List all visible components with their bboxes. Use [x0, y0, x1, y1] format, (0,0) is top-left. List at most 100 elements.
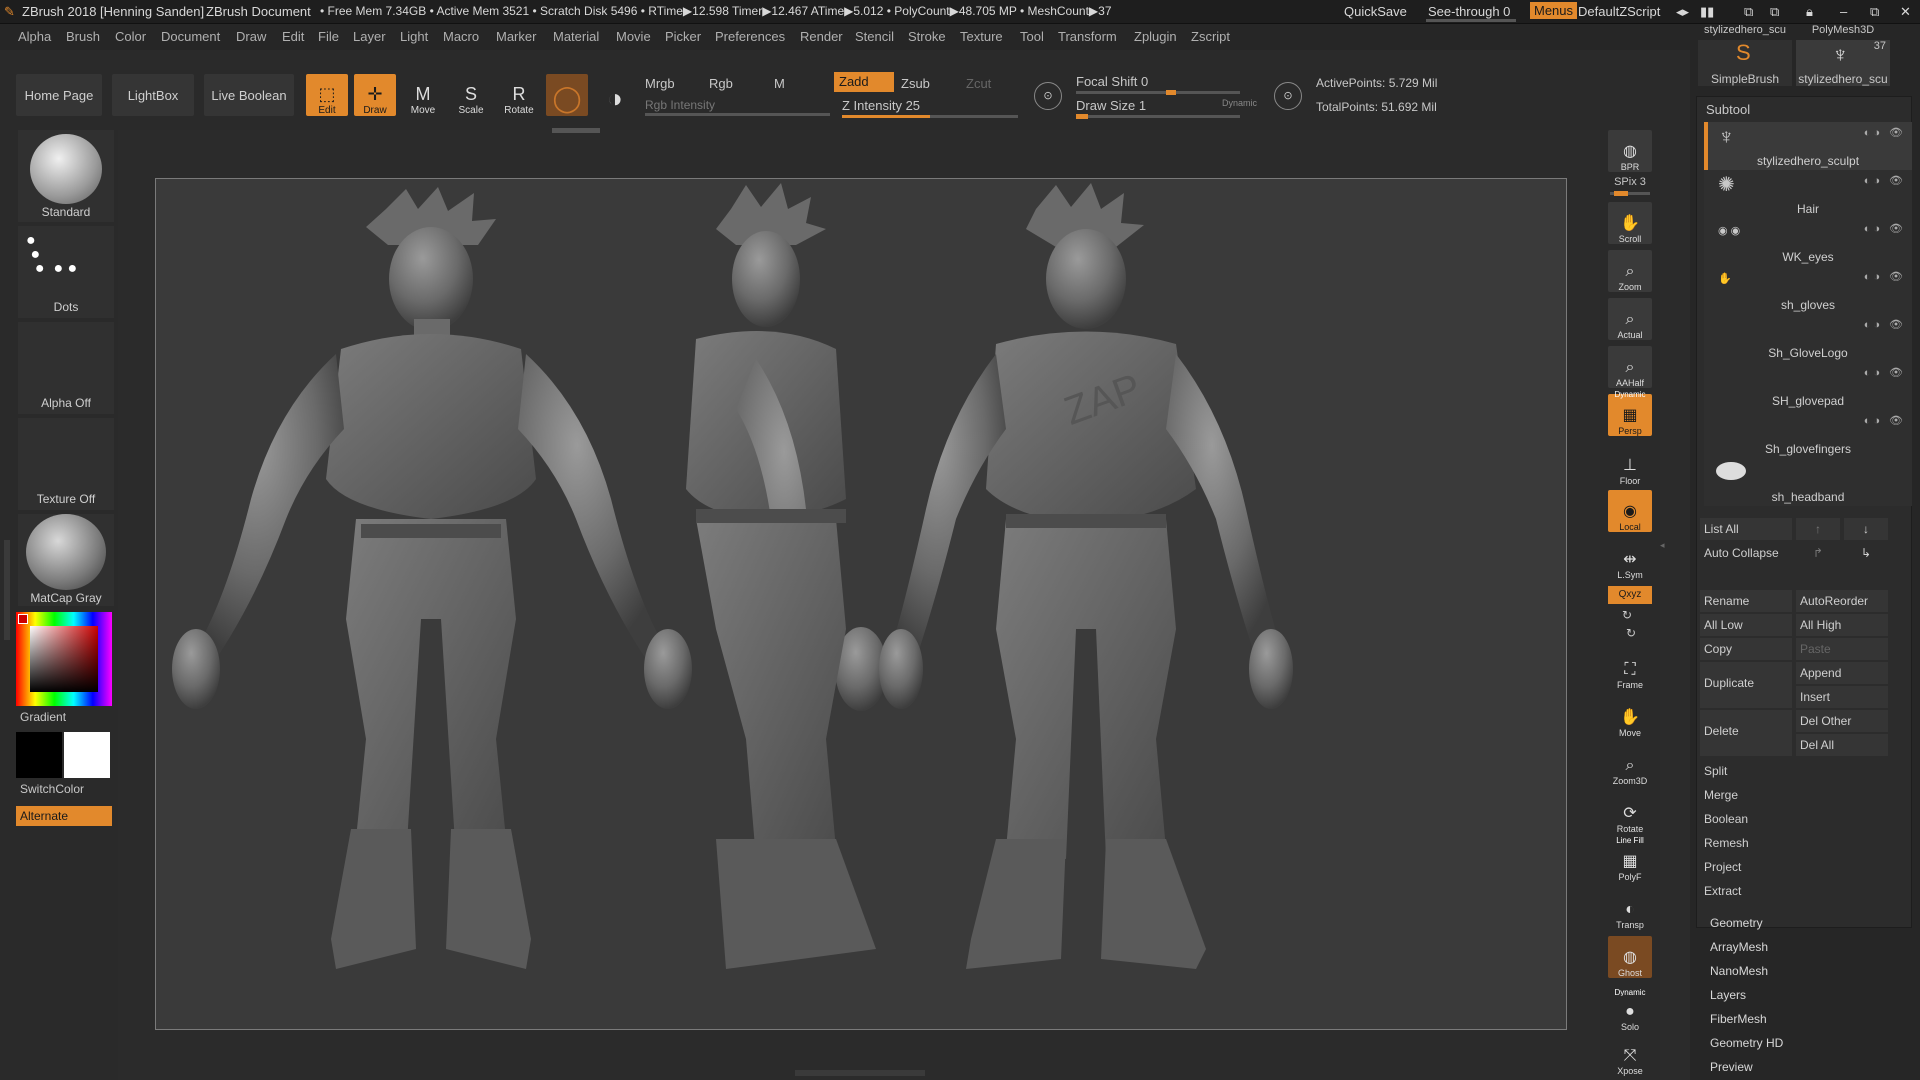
- menu-macro[interactable]: Macro: [443, 29, 479, 44]
- zoom-button[interactable]: ⌕ Zoom: [1608, 250, 1652, 292]
- focal-shift-slider[interactable]: Focal Shift 0: [1076, 74, 1148, 89]
- m-button[interactable]: M: [774, 76, 785, 91]
- spix-slider[interactable]: SPix 3: [1608, 176, 1652, 188]
- insert-button[interactable]: Insert: [1796, 686, 1888, 708]
- scale-button[interactable]: S Scale: [450, 74, 492, 116]
- draw-size-track[interactable]: [1076, 115, 1240, 118]
- left-tray-handle[interactable]: [4, 540, 10, 640]
- scroll-button[interactable]: ✋ Scroll: [1608, 202, 1652, 244]
- rename-button[interactable]: Rename: [1700, 590, 1792, 612]
- subtool-item[interactable]: ◐◑ 👁︎ Sh_glovefingers: [1704, 410, 1912, 458]
- menu-render[interactable]: Render: [800, 29, 843, 44]
- alpha-selector[interactable]: Alpha Off: [18, 322, 114, 414]
- menu-stroke[interactable]: Stroke: [908, 29, 946, 44]
- subtool-item[interactable]: ✺ ◐◑ 👁︎ Hair: [1704, 170, 1912, 218]
- color-sphere-button[interactable]: ◑: [594, 74, 636, 116]
- aahalf-button[interactable]: ⌕ AAHalf: [1608, 346, 1652, 388]
- live-boolean-button[interactable]: Live Boolean: [204, 74, 294, 116]
- split-section[interactable]: Split: [1700, 760, 1906, 782]
- zadd-button[interactable]: Zadd: [834, 72, 894, 92]
- menu-tool[interactable]: Tool: [1020, 29, 1044, 44]
- extract-section[interactable]: Extract: [1700, 880, 1906, 902]
- menu-brush[interactable]: Brush: [66, 29, 100, 44]
- lightbox-button[interactable]: LightBox: [112, 74, 194, 116]
- rotate-z-icon[interactable]: ↻: [1626, 626, 1636, 640]
- seethrough-slider[interactable]: See-through 0: [1428, 4, 1510, 19]
- alternate-button[interactable]: Alternate: [16, 806, 112, 826]
- minimize-icon[interactable]: –: [1840, 4, 1847, 19]
- menu-stencil[interactable]: Stencil: [855, 29, 894, 44]
- menu-layer[interactable]: Layer: [353, 29, 386, 44]
- floor-button[interactable]: ⊥ Floor: [1608, 444, 1652, 486]
- geometry-section[interactable]: Geometry: [1710, 916, 1763, 930]
- tool-thumb-1-label[interactable]: stylizedhero_scu: [1698, 24, 1792, 36]
- subtool-visibility-icon[interactable]: ◐◑ 👁︎: [1864, 318, 1906, 331]
- layout-icon[interactable]: ◂▸: [1676, 4, 1689, 20]
- draw-button[interactable]: ✛ Draw: [354, 74, 396, 116]
- focal-shift-track[interactable]: [1076, 91, 1240, 94]
- zbrush-logo-icon[interactable]: ✎: [4, 4, 15, 20]
- switchcolor-button[interactable]: SwitchColor: [20, 782, 84, 796]
- menu-picker[interactable]: Picker: [665, 29, 701, 44]
- default-zscript-button[interactable]: DefaultZScript: [1578, 4, 1660, 19]
- delete-button[interactable]: Delete: [1700, 710, 1792, 756]
- boolean-section[interactable]: Boolean: [1700, 808, 1906, 830]
- dynamic-toggle[interactable]: Dynamic: [1222, 98, 1257, 108]
- move-button[interactable]: M Move: [402, 74, 444, 116]
- nanomesh-section[interactable]: NanoMesh: [1710, 964, 1768, 978]
- copy-button[interactable]: Copy: [1700, 638, 1792, 660]
- frame-button[interactable]: ⛶ Frame: [1608, 648, 1652, 690]
- remesh-section[interactable]: Remesh: [1700, 832, 1906, 854]
- list-all-button[interactable]: List All: [1700, 518, 1792, 540]
- zcut-button[interactable]: Zcut: [966, 76, 991, 91]
- subtool-visibility-icon[interactable]: ◐◑ 👁︎: [1864, 366, 1906, 379]
- xpose-button[interactable]: ⤧ Xpose: [1608, 1036, 1652, 1076]
- arraymesh-section[interactable]: ArrayMesh: [1710, 940, 1768, 954]
- preview-section[interactable]: Preview: [1710, 1060, 1753, 1074]
- close-icon[interactable]: ✕: [1900, 4, 1911, 20]
- menu-preferences[interactable]: Preferences: [715, 29, 785, 44]
- draw-size-handle[interactable]: [1076, 114, 1088, 119]
- menu-zplugin[interactable]: Zplugin: [1134, 29, 1177, 44]
- menu-texture[interactable]: Texture: [960, 29, 1003, 44]
- canvas-viewport[interactable]: ZAP: [155, 178, 1567, 1030]
- auto-collapse-button[interactable]: Auto Collapse: [1700, 542, 1792, 564]
- menu-color[interactable]: Color: [115, 29, 146, 44]
- merge-section[interactable]: Merge: [1700, 784, 1906, 806]
- rgb-intensity-slider[interactable]: Rgb Intensity: [645, 98, 715, 112]
- focal-sync-icon[interactable]: ⊙: [1034, 82, 1062, 110]
- lock-icon[interactable]: 🔒︎: [1806, 4, 1813, 20]
- color-picker[interactable]: [16, 612, 112, 706]
- subtool-item[interactable]: ◐◑ 👁︎ Sh_GloveLogo: [1704, 314, 1912, 362]
- autoreorder-button[interactable]: AutoReorder: [1796, 590, 1888, 612]
- rgb-button[interactable]: Rgb: [709, 76, 733, 91]
- move-view-button[interactable]: ✋ Move: [1608, 696, 1652, 738]
- subtool-item[interactable]: ◉ ◉ ◐◑ 👁︎ WK_eyes: [1704, 218, 1912, 266]
- del-all-button[interactable]: Del All: [1796, 734, 1888, 756]
- subtool-item[interactable]: ✋ ◐◑ 👁︎ sh_gloves: [1704, 266, 1912, 314]
- gradient-toggle[interactable]: Gradient: [20, 710, 66, 724]
- zoom3d-button[interactable]: ⌕ Zoom3D: [1608, 744, 1652, 786]
- toolbar-scroll-handle[interactable]: [552, 128, 600, 133]
- arrow-down-right-icon[interactable]: ↳: [1844, 542, 1888, 564]
- bpr-button[interactable]: ◍ BPR: [1608, 130, 1652, 172]
- subtool-item[interactable]: sh_headband: [1704, 458, 1912, 506]
- material-sphere-button[interactable]: ◯: [546, 74, 588, 116]
- menu-edit[interactable]: Edit: [282, 29, 304, 44]
- persp-button[interactable]: ▦ Persp: [1608, 394, 1652, 436]
- bottom-tray-handle[interactable]: [795, 1070, 925, 1076]
- all-low-button[interactable]: All Low: [1700, 614, 1792, 636]
- window2-icon[interactable]: ⧉: [1770, 4, 1779, 20]
- subtool-visibility-icon[interactable]: ◐◑ 👁︎: [1864, 126, 1906, 139]
- right-tray-handle[interactable]: ◂: [1660, 540, 1666, 560]
- stroke-selector[interactable]: ● ● ● ● ● Dots: [18, 226, 114, 318]
- texture-selector[interactable]: Texture Off: [18, 418, 114, 510]
- all-high-button[interactable]: All High: [1796, 614, 1888, 636]
- xyz-button[interactable]: Qxyz: [1608, 586, 1652, 604]
- material-selector[interactable]: MatCap Gray: [18, 514, 114, 606]
- brush-selector[interactable]: Standard: [18, 130, 114, 222]
- fibermesh-section[interactable]: FiberMesh: [1710, 1012, 1767, 1026]
- restore-icon[interactable]: ⧉: [1870, 4, 1879, 20]
- tool-thumb-2-label[interactable]: PolyMesh3D: [1796, 24, 1890, 36]
- color-picker-square[interactable]: [30, 626, 98, 692]
